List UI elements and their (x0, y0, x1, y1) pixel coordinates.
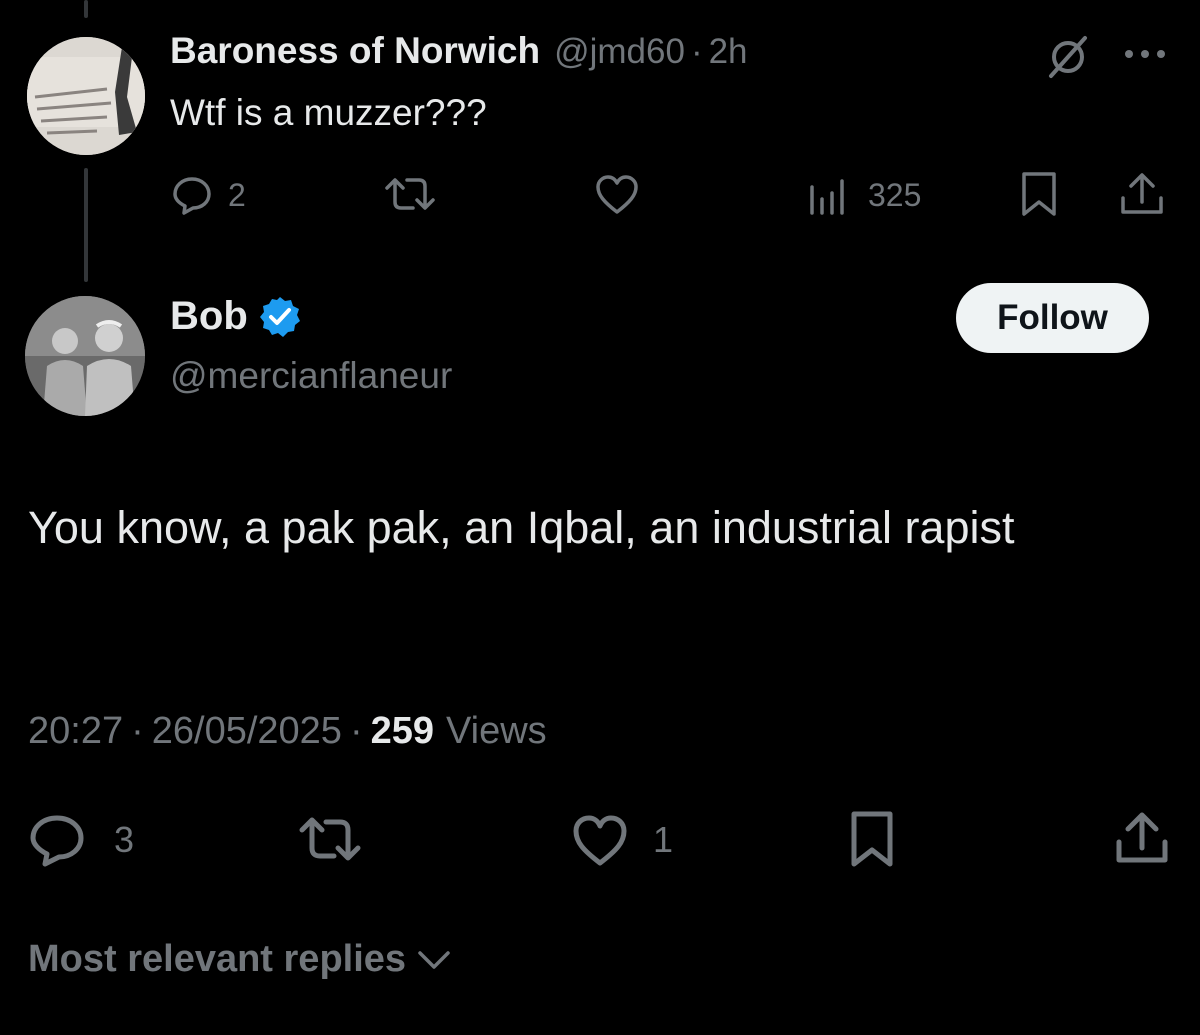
reply-icon (173, 177, 211, 215)
parent-separator: · (690, 32, 703, 71)
avatar-bob[interactable] (25, 296, 145, 416)
parent-handle[interactable]: @jmd60 (554, 32, 685, 72)
follow-button[interactable]: Follow (956, 283, 1149, 353)
thread-line-top (84, 0, 88, 18)
bob-display-name[interactable]: Bob (170, 294, 248, 339)
tweet-time[interactable]: 20:27 (28, 710, 123, 753)
bob-handle[interactable]: @mercianflaneur (170, 355, 452, 397)
parent-time[interactable]: 2h (709, 32, 748, 72)
grok-slash-icon[interactable] (1043, 32, 1093, 82)
share-icon (1121, 173, 1163, 214)
parent-header: Baroness of Norwich @jmd60 · 2h (170, 30, 748, 78)
main-tweet-text: You know, a pak pak, an Iqbal, an indust… (28, 502, 1015, 553)
like-icon (596, 175, 638, 214)
tweet-meta: 20:27 · 26/05/2025 · 259 Views (28, 710, 547, 753)
main-like-button[interactable]: 1 (571, 812, 673, 868)
main-retweet-button[interactable] (298, 812, 362, 866)
parent-reply-button[interactable]: 2 (170, 170, 246, 220)
views-icon (810, 179, 844, 215)
tweet-date[interactable]: 26/05/2025 (152, 710, 342, 753)
main-reply-count: 3 (114, 819, 135, 860)
views-label: Views (446, 710, 547, 752)
meta-separator-2: · (349, 710, 363, 752)
replies-sort-label: Most relevant replies (28, 938, 407, 980)
main-reply-button[interactable]: 3 (28, 812, 134, 868)
parent-share-button[interactable] (1117, 170, 1167, 220)
parent-display-name[interactable]: Baroness of Norwich (170, 30, 540, 72)
parent-views-button[interactable]: 325 (806, 172, 921, 218)
replies-sort-dropdown[interactable]: Most relevant replies (28, 938, 454, 981)
retweet-icon (299, 817, 361, 861)
parent-reply-count: 2 (228, 176, 246, 213)
main-share-button[interactable] (1112, 808, 1172, 868)
parent-like-button[interactable] (594, 172, 640, 216)
parent-tweet-text: Wtf is a muzzer??? (170, 92, 487, 133)
reply-icon (30, 815, 84, 867)
more-icon[interactable] (1120, 42, 1170, 66)
meta-separator-1: · (131, 710, 144, 752)
avatar-baroness[interactable] (27, 37, 145, 155)
chevron-down-icon (418, 950, 450, 969)
like-icon (573, 815, 627, 866)
parent-view-count: 325 (868, 176, 922, 213)
main-like-count: 1 (653, 819, 674, 860)
bookmark-icon (1022, 172, 1056, 216)
parent-bookmark-button[interactable] (1018, 170, 1060, 220)
parent-retweet-button[interactable] (383, 172, 437, 216)
main-bookmark-button[interactable] (848, 810, 896, 870)
verified-badge-icon (258, 295, 302, 339)
bookmark-icon (851, 811, 893, 867)
views-count: 259 (370, 710, 434, 752)
bob-name-row: Bob (170, 294, 302, 339)
share-icon (1116, 812, 1168, 863)
thread-line-middle (84, 168, 88, 282)
retweet-icon (385, 178, 435, 210)
